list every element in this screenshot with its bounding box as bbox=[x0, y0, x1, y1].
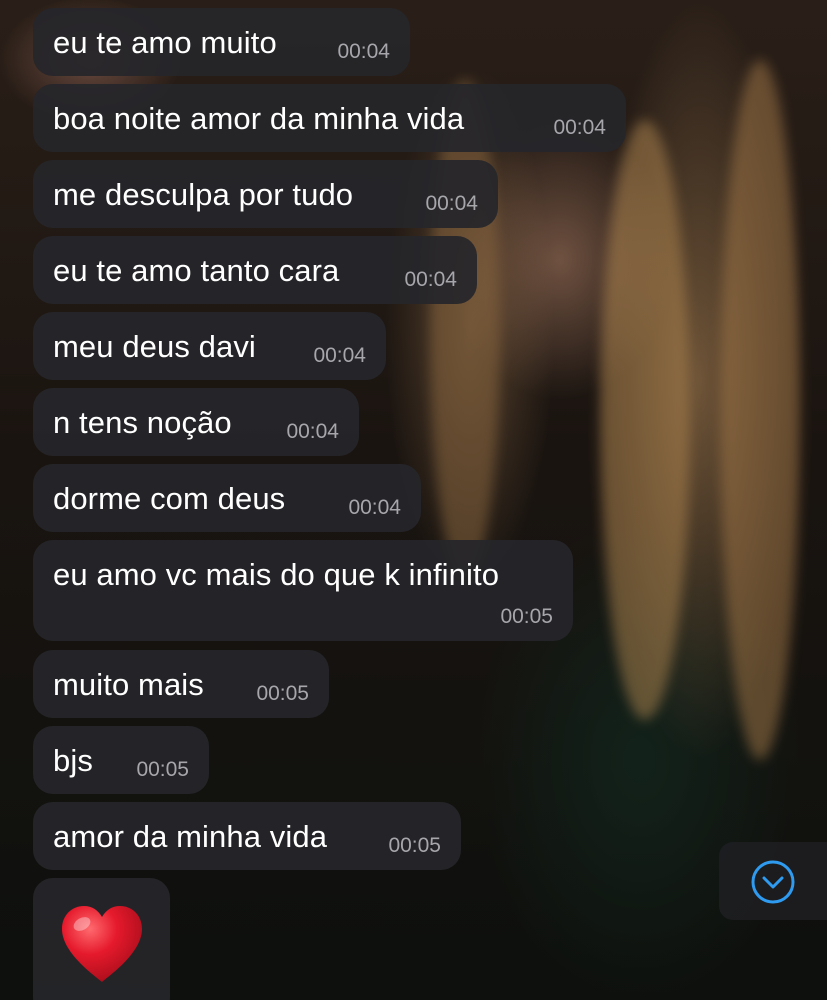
message-text: me desculpa por tudo bbox=[53, 177, 354, 212]
message-bubble[interactable]: eu te amo muito 00:04 bbox=[33, 8, 410, 76]
emoji-message-bubble[interactable] bbox=[33, 878, 170, 1000]
message-timestamp: 00:04 bbox=[553, 116, 606, 139]
red-heart-icon bbox=[62, 906, 142, 982]
message-bubble[interactable]: amor da minha vida 00:05 bbox=[33, 802, 461, 870]
message-bubble[interactable]: eu amo vc mais do que k infinito 00:05 bbox=[33, 540, 573, 641]
chevron-down-circle-icon bbox=[751, 860, 795, 904]
message-timestamp: 00:04 bbox=[337, 40, 390, 63]
message-bubble[interactable]: muito mais 00:05 bbox=[33, 650, 329, 718]
message-bubble[interactable]: boa noite amor da minha vida 00:04 bbox=[33, 84, 626, 152]
message-timestamp: 00:04 bbox=[313, 344, 366, 367]
message-bubble[interactable]: dorme com deus 00:04 bbox=[33, 464, 421, 532]
message-timestamp: 00:05 bbox=[256, 682, 309, 705]
message-text: eu te amo muito bbox=[53, 25, 277, 60]
message-text: eu amo vc mais do que k infinito bbox=[53, 557, 500, 592]
message-text: bjs bbox=[53, 743, 93, 778]
message-bubble[interactable]: bjs 00:05 bbox=[33, 726, 209, 794]
message-timestamp: 00:04 bbox=[348, 496, 401, 519]
message-bubble[interactable]: n tens noção 00:04 bbox=[33, 388, 359, 456]
message-timestamp: 00:05 bbox=[136, 758, 189, 781]
message-timestamp: 00:04 bbox=[425, 192, 478, 215]
message-timestamp: 00:05 bbox=[388, 834, 441, 857]
message-text: boa noite amor da minha vida bbox=[53, 101, 465, 136]
message-bubble[interactable]: eu te amo tanto cara 00:04 bbox=[33, 236, 477, 304]
message-text: eu te amo tanto cara bbox=[53, 253, 340, 288]
scroll-to-bottom-button[interactable] bbox=[719, 842, 827, 920]
message-text: meu deus davi bbox=[53, 329, 256, 364]
message-text: n tens noção bbox=[53, 405, 232, 440]
message-text: muito mais bbox=[53, 667, 204, 702]
message-timestamp: 00:04 bbox=[404, 268, 457, 291]
message-timestamp: 00:04 bbox=[286, 420, 339, 443]
message-timestamp: 00:05 bbox=[500, 605, 553, 628]
message-text: amor da minha vida bbox=[53, 819, 328, 854]
message-text: dorme com deus bbox=[53, 481, 286, 516]
message-bubble[interactable]: me desculpa por tudo 00:04 bbox=[33, 160, 498, 228]
message-bubble[interactable]: meu deus davi 00:04 bbox=[33, 312, 386, 380]
